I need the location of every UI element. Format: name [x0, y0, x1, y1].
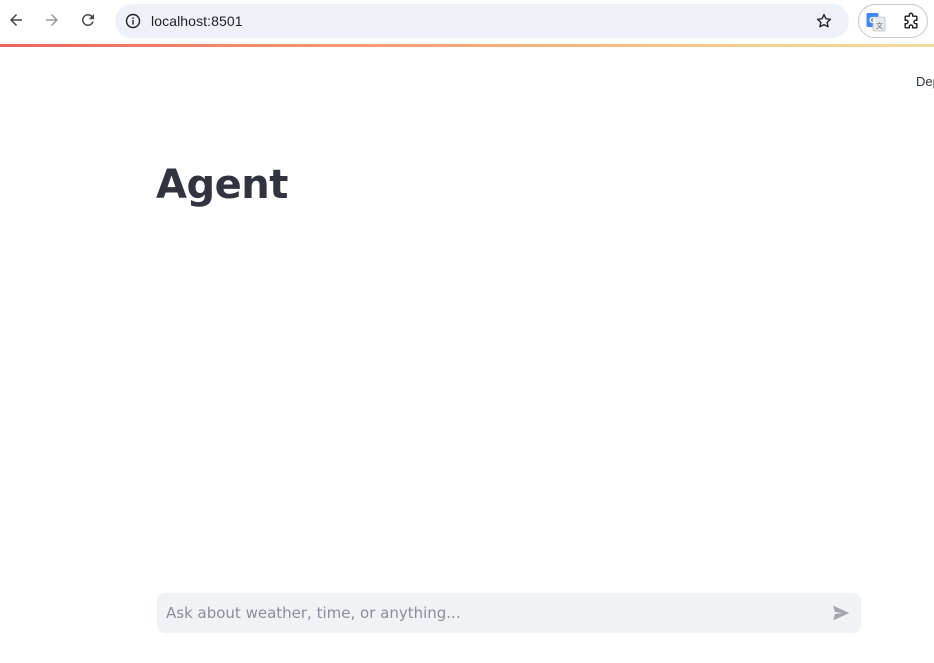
forward-button[interactable] [37, 5, 67, 35]
chat-input-container [157, 593, 861, 633]
arrow-left-icon [10, 14, 22, 26]
reload-icon [81, 13, 94, 26]
send-button[interactable] [829, 601, 853, 625]
address-bar[interactable]: localhost:8501 [115, 4, 849, 38]
bookmark-button[interactable] [813, 10, 835, 32]
send-icon [833, 605, 850, 621]
star-icon [816, 13, 832, 28]
back-button[interactable] [1, 5, 31, 35]
url-text[interactable]: localhost:8501 [151, 13, 243, 29]
site-info-button[interactable] [121, 9, 145, 33]
loading-decoration-bar [0, 44, 934, 47]
page-title: Agent [156, 162, 288, 208]
extensions-group: G 文 [858, 4, 928, 38]
browser-toolbar: localhost:8501 G 文 [0, 0, 934, 44]
svg-text:文: 文 [876, 21, 883, 30]
chat-input[interactable] [157, 593, 817, 633]
deploy-button[interactable]: Dep [916, 74, 934, 89]
reload-button[interactable] [73, 5, 103, 35]
google-translate-icon[interactable]: G 文 [866, 12, 886, 32]
puzzle-icon[interactable] [901, 12, 921, 32]
svg-text:G: G [869, 16, 876, 25]
arrow-right-icon [46, 14, 58, 26]
info-icon [125, 13, 141, 29]
